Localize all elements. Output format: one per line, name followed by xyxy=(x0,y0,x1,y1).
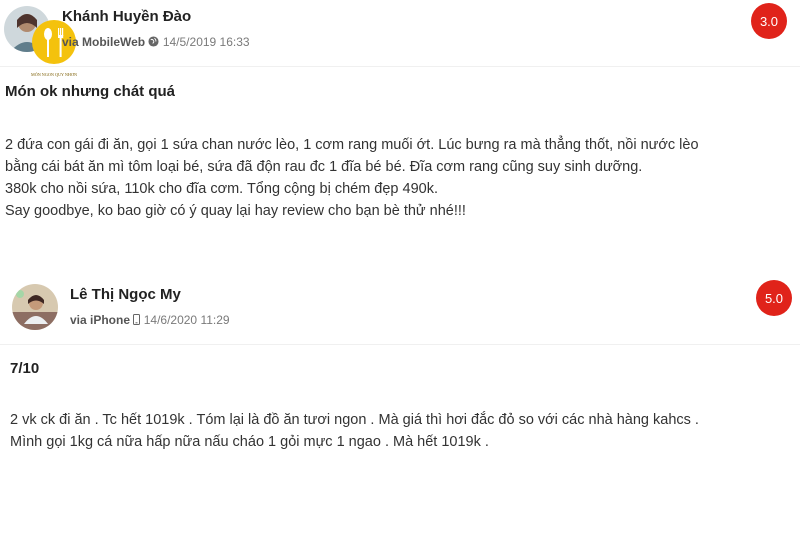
review-title[interactable]: Món ok nhưng chát quá xyxy=(5,83,175,100)
score-badge: 3.0 xyxy=(751,3,787,39)
platform-label: via MobileWeb xyxy=(62,35,146,49)
review-body-line: 2 đứa con gái đi ăn, gọi 1 sứa chan nước… xyxy=(5,137,699,153)
divider xyxy=(0,344,800,345)
logo-text: MÓN NGON QUY NHƠN xyxy=(31,72,77,77)
review-meta: via iPhone 14/6/2020 11:29 xyxy=(70,313,230,327)
restaurant-logo-icon: MÓN NGON QUY NHƠN xyxy=(28,18,80,82)
review-body-line: 380k cho nồi sứa, 110k cho đĩa cơm. Tổng… xyxy=(5,181,438,197)
review-body-line: Mình gọi 1kg cá nữa hấp nữa nấu cháo 1 g… xyxy=(10,434,489,450)
divider xyxy=(0,66,800,67)
review-body-line: Say goodbye, ko bao giờ có ý quay lại ha… xyxy=(5,203,466,219)
platform-label: via iPhone xyxy=(70,313,131,327)
review-meta: via MobileWeb 14/5/2019 16:33 xyxy=(62,35,250,49)
author-name[interactable]: Khánh Huyền Đào xyxy=(62,8,191,25)
review-title[interactable]: 7/10 xyxy=(10,360,39,377)
phone-icon xyxy=(133,313,143,327)
avatar[interactable] xyxy=(12,284,58,330)
review-body-line: bằng cái bát ăn mì tôm loại bé, sứa đã đ… xyxy=(5,159,643,175)
score-badge: 5.0 xyxy=(756,280,792,316)
author-name[interactable]: Lê Thị Ngọc My xyxy=(70,286,181,303)
review-body-line: 2 vk ck đi ăn . Tc hết 1019k . Tóm lại l… xyxy=(10,412,699,428)
review-date: 14/5/2019 16:33 xyxy=(162,35,250,49)
review-body: 2 đứa con gái đi ăn, gọi 1 sứa chan nước… xyxy=(5,134,699,222)
review-date: 14/6/2020 11:29 xyxy=(143,313,230,327)
review-body: 2 vk ck đi ăn . Tc hết 1019k . Tóm lại l… xyxy=(10,409,699,453)
globe-icon xyxy=(148,35,162,49)
